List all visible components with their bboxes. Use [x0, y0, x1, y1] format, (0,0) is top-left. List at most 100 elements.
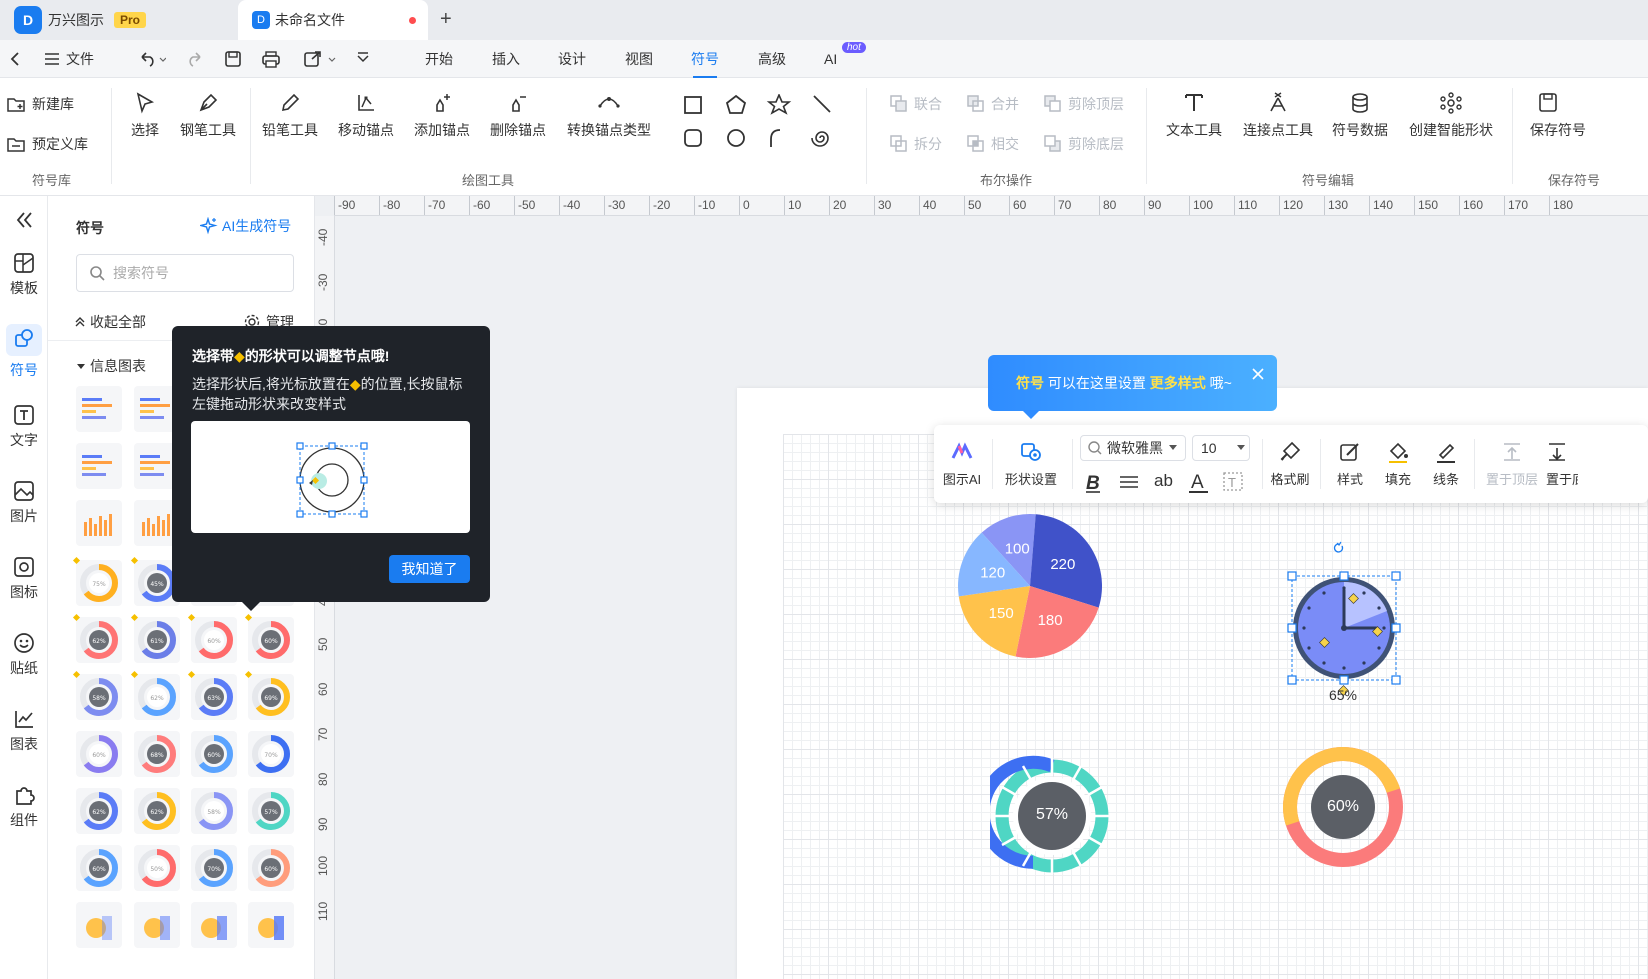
sidebar-label-stickers: 贴纸 [10, 660, 38, 676]
save-button[interactable] [224, 40, 242, 78]
symbol-thumbnail[interactable]: 75% [76, 560, 122, 606]
sidebar-item-images[interactable]: 图片 [0, 480, 48, 526]
symbol-thumbnail[interactable]: 60% [191, 617, 237, 663]
print-button[interactable] [261, 40, 281, 78]
close-icon[interactable] [1251, 367, 1265, 381]
category-infographics[interactable]: 信息图表 [76, 356, 146, 376]
fragment-button[interactable]: 拆分 [890, 134, 942, 154]
move-anchor-tool[interactable]: 移动锚点 [336, 92, 396, 140]
document-tab[interactable]: D 未命名文件 [238, 0, 428, 40]
app-tab[interactable]: D 万兴图示 Pro [0, 0, 238, 40]
symbol-thumbnail[interactable]: 62% [76, 617, 122, 663]
intersect-button[interactable]: 相交 [967, 134, 1019, 154]
bring-to-front-button[interactable]: 置于顶层 [1484, 441, 1540, 488]
symbol-search-input[interactable]: 搜索符号 [76, 254, 294, 292]
send-to-back-button[interactable]: 置于底层 [1546, 441, 1578, 488]
symbol-data-label: 符号数据 [1332, 122, 1388, 138]
ai-generate-symbol-button[interactable]: AI生成符号 [200, 216, 291, 236]
menu-ai[interactable]: AI hot [824, 40, 866, 78]
sidebar-item-icons[interactable]: 图标 [0, 556, 48, 602]
save-symbol-button[interactable]: 保存符号 [1530, 92, 1648, 140]
symbol-thumbnail[interactable]: 60% [248, 845, 294, 891]
menu-advanced[interactable]: 高级 [758, 40, 786, 78]
predefined-library-button[interactable]: 预定义库 [6, 134, 88, 154]
convert-anchor-tool[interactable]: 转换锚点类型 [564, 92, 654, 140]
add-anchor-tool[interactable]: 添加锚点 [412, 92, 472, 140]
symbol-thumbnail[interactable] [76, 902, 122, 948]
sidebar-item-stickers[interactable]: 贴纸 [0, 632, 48, 678]
symbol-data-button[interactable]: 符号数据 [1328, 92, 1392, 140]
menu-design[interactable]: 设计 [558, 40, 586, 78]
tip-illustration [191, 421, 470, 533]
file-menu[interactable]: 文件 [44, 40, 94, 78]
line-button[interactable]: 线条 [1426, 441, 1466, 488]
subtract-bottom-button[interactable]: 剪除底层 [1044, 134, 1124, 154]
menu-view[interactable]: 视图 [625, 40, 653, 78]
format-painter-button[interactable]: 格式刷 [1268, 441, 1312, 488]
symbol-thumbnail[interactable]: 69% [248, 674, 294, 720]
combine-button[interactable]: 合并 [967, 94, 1019, 114]
shape-palette[interactable] [682, 94, 842, 154]
subtract-top-button[interactable]: 剪除顶层 [1044, 94, 1124, 114]
symbol-thumbnail[interactable]: 60% [248, 617, 294, 663]
symbol-thumbnail[interactable]: 60% [191, 731, 237, 777]
union-button[interactable]: 联合 [890, 94, 942, 114]
sidebar-item-symbols[interactable]: 符号 [0, 324, 48, 380]
font-size-select[interactable]: 10 [1192, 435, 1250, 461]
back-button[interactable] [8, 40, 22, 78]
symbol-thumbnail[interactable] [76, 386, 122, 432]
pencil-tool[interactable]: 铅笔工具 [260, 92, 320, 140]
more-dropdown[interactable] [356, 40, 370, 78]
symbol-thumbnail[interactable]: 60% [76, 731, 122, 777]
sidebar-item-charts[interactable]: 图表 [0, 708, 48, 754]
symbol-thumbnail[interactable] [76, 443, 122, 489]
symbol-thumbnail[interactable]: 68% [134, 731, 180, 777]
got-it-button[interactable]: 我知道了 [389, 555, 470, 583]
menu-start[interactable]: 开始 [425, 40, 453, 78]
sidebar-item-templates[interactable]: 模板 [0, 252, 48, 298]
pie-chart[interactable]: 100 220 180 150 120 [950, 508, 1110, 668]
collapse-all-button[interactable]: 收起全部 [74, 312, 146, 332]
shape-settings-button[interactable]: 形状设置 [1000, 441, 1062, 488]
symbol-thumbnail[interactable]: 62% [134, 788, 180, 834]
sidebar-item-text[interactable]: 文字 [0, 404, 48, 450]
symbol-thumbnail[interactable]: 60% [76, 845, 122, 891]
style-button[interactable]: 样式 [1330, 441, 1370, 488]
pen-tool[interactable]: 钢笔工具 [178, 92, 238, 140]
symbol-thumbnail[interactable]: 58% [76, 674, 122, 720]
diagram-ai-button[interactable]: 图示AI [942, 441, 982, 488]
fill-button[interactable]: 填充 [1378, 441, 1418, 488]
symbol-thumbnail[interactable]: 70% [191, 845, 237, 891]
symbol-thumbnail[interactable] [248, 902, 294, 948]
symbol-thumbnail[interactable]: 50% [134, 845, 180, 891]
delete-anchor-tool[interactable]: 删除锚点 [488, 92, 548, 140]
export-button[interactable] [303, 40, 337, 78]
symbol-thumbnail[interactable]: 62% [76, 788, 122, 834]
symbol-thumbnail[interactable] [76, 500, 122, 546]
text-tool[interactable]: 文本工具 [1162, 92, 1226, 140]
sidebar-item-components[interactable]: 组件 [0, 784, 48, 830]
connection-point-tool[interactable]: 连接点工具 [1238, 92, 1318, 140]
ruler-tick: 50 [316, 637, 330, 651]
undo-button[interactable] [138, 40, 166, 78]
symbol-thumbnail[interactable]: 58% [191, 788, 237, 834]
symbol-thumbnail[interactable] [191, 902, 237, 948]
symbol-thumbnail[interactable]: 62% [134, 674, 180, 720]
symbol-thumbnail[interactable]: 70% [248, 731, 294, 777]
menu-insert[interactable]: 插入 [492, 40, 520, 78]
new-library-button[interactable]: 新建库 [6, 94, 74, 114]
clock-shape[interactable] [1278, 536, 1412, 704]
new-tab-button[interactable]: + [440, 8, 452, 31]
select-tool[interactable]: 选择 [128, 92, 162, 140]
symbol-thumbnail[interactable]: 57% [248, 788, 294, 834]
redo-button[interactable] [186, 40, 204, 78]
collapse-sidebar-button[interactable] [0, 210, 48, 234]
symbol-thumbnail[interactable]: 63% [191, 674, 237, 720]
svg-text:60%: 60% [264, 638, 278, 645]
font-family-select[interactable]: 微软雅黑 [1080, 435, 1186, 461]
symbol-thumbnail[interactable]: 61% [134, 617, 180, 663]
symbol-thumbnail[interactable] [134, 902, 180, 948]
menu-symbol[interactable]: 符号 [691, 40, 719, 78]
create-smart-shape-button[interactable]: 创建智能形状 [1404, 92, 1498, 140]
text-format-buttons[interactable]: B ab A T [1084, 469, 1254, 495]
